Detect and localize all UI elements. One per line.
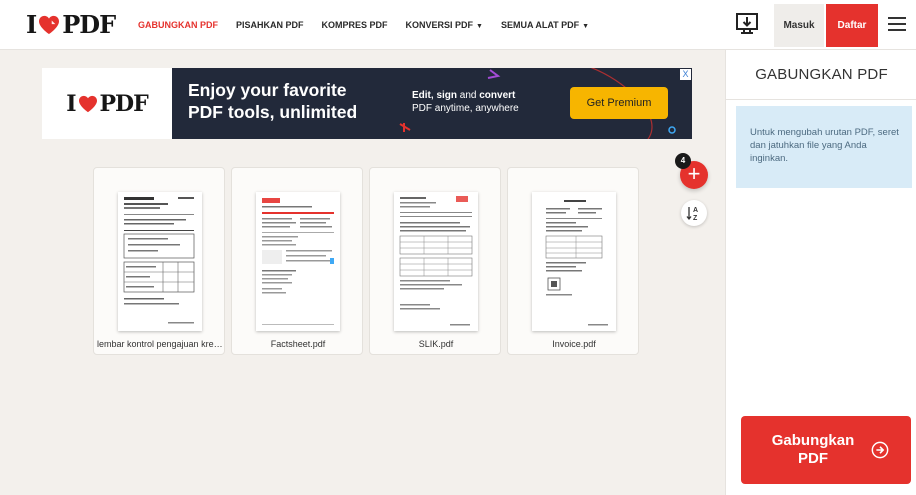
ad-sub-mid: and	[457, 90, 480, 101]
login-button[interactable]: Masuk	[774, 4, 824, 47]
main-nav: GABUNGKAN PDF PISAHKAN PDF KOMPRES PDF K…	[138, 0, 607, 50]
file-count-badge: 4	[675, 153, 691, 169]
nav-convert-pdf[interactable]: KONVERSI PDF ▼	[406, 20, 483, 30]
nav-all-tools-label: SEMUA ALAT PDF	[500, 20, 580, 30]
nav-merge-pdf[interactable]: GABUNGKAN PDF	[138, 20, 218, 30]
ad-sub-bold-1: Edit, sign	[412, 90, 457, 101]
ad-logo-text-right: PDF	[99, 90, 149, 117]
chevron-down-icon: ▼	[582, 23, 590, 30]
heart-icon	[39, 15, 60, 34]
nav-compress-pdf[interactable]: KOMPRES PDF	[322, 20, 388, 30]
sidebar-title: GABUNGKAN PDF	[726, 50, 916, 100]
ad-close-icon[interactable]: X	[680, 69, 691, 80]
document-preview-icon	[399, 196, 473, 326]
arrow-circle-right-icon	[871, 441, 889, 459]
file-card[interactable]: lembar kontrol pengajuan kred...	[93, 167, 226, 355]
nav-split-pdf[interactable]: PISAHKAN PDF	[236, 20, 304, 30]
file-name: SLIK.pdf	[418, 339, 454, 349]
premium-ad-banner[interactable]: I PDF Enjoy your favorite PDF tools, unl…	[42, 68, 692, 139]
ilovepdf-logo[interactable]: I PDF	[26, 10, 116, 39]
merge-pdf-label: Gabungkan PDF	[771, 432, 855, 467]
pdf-thumbnail	[394, 192, 478, 331]
document-preview-icon	[545, 200, 608, 326]
file-name: Factsheet.pdf	[270, 339, 326, 349]
desktop-download-icon[interactable]	[735, 12, 759, 36]
file-name: Invoice.pdf	[552, 339, 596, 349]
sort-files-button[interactable]: A Z	[681, 200, 707, 226]
ad-subtext: Edit, sign and convert PDF anytime, anywh…	[412, 89, 552, 115]
document-preview-icon	[123, 197, 195, 324]
pdf-thumbnail	[118, 192, 202, 331]
nav-convert-pdf-label: KONVERSI PDF	[405, 20, 474, 30]
nav-all-tools[interactable]: SEMUA ALAT PDF ▼	[501, 20, 589, 30]
hamburger-menu-icon[interactable]	[888, 16, 906, 32]
top-header: I PDF GABUNGKAN PDF PISAHKAN PDF KOMPRES…	[0, 0, 916, 50]
chevron-down-icon: ▼	[476, 23, 483, 30]
pdf-thumbnail	[532, 192, 616, 331]
file-card[interactable]: SLIK.pdf	[369, 167, 501, 355]
reorder-info-box: Untuk mengubah urutan PDF, seret dan jat…	[736, 106, 912, 188]
file-card[interactable]: Invoice.pdf	[507, 167, 639, 355]
right-sidebar: GABUNGKAN PDF Untuk mengubah urutan PDF,…	[725, 50, 916, 495]
ad-sub-rest: PDF anytime, anywhere	[412, 103, 519, 114]
svg-text:A: A	[693, 207, 698, 214]
sort-az-icon: A Z	[686, 207, 698, 221]
ad-headline: Enjoy your favorite PDF tools, unlimited	[188, 80, 358, 122]
logo-text-right: PDF	[62, 10, 116, 39]
document-preview-icon	[262, 198, 334, 325]
ad-sub-bold-2: convert	[479, 90, 516, 101]
file-name: lembar kontrol pengajuan kred...	[97, 339, 226, 349]
get-premium-button[interactable]: Get Premium	[570, 87, 668, 119]
svg-text:Z: Z	[693, 215, 698, 221]
logo-text-left: I	[26, 10, 37, 39]
file-card[interactable]: Factsheet.pdf	[231, 167, 363, 355]
ad-logo: I PDF	[42, 68, 172, 139]
merge-pdf-button[interactable]: Gabungkan PDF	[741, 416, 911, 484]
pdf-thumbnail	[256, 192, 340, 331]
heart-icon	[78, 95, 97, 112]
ad-logo-text-left: I	[66, 90, 76, 117]
signup-button[interactable]: Daftar	[826, 4, 878, 47]
